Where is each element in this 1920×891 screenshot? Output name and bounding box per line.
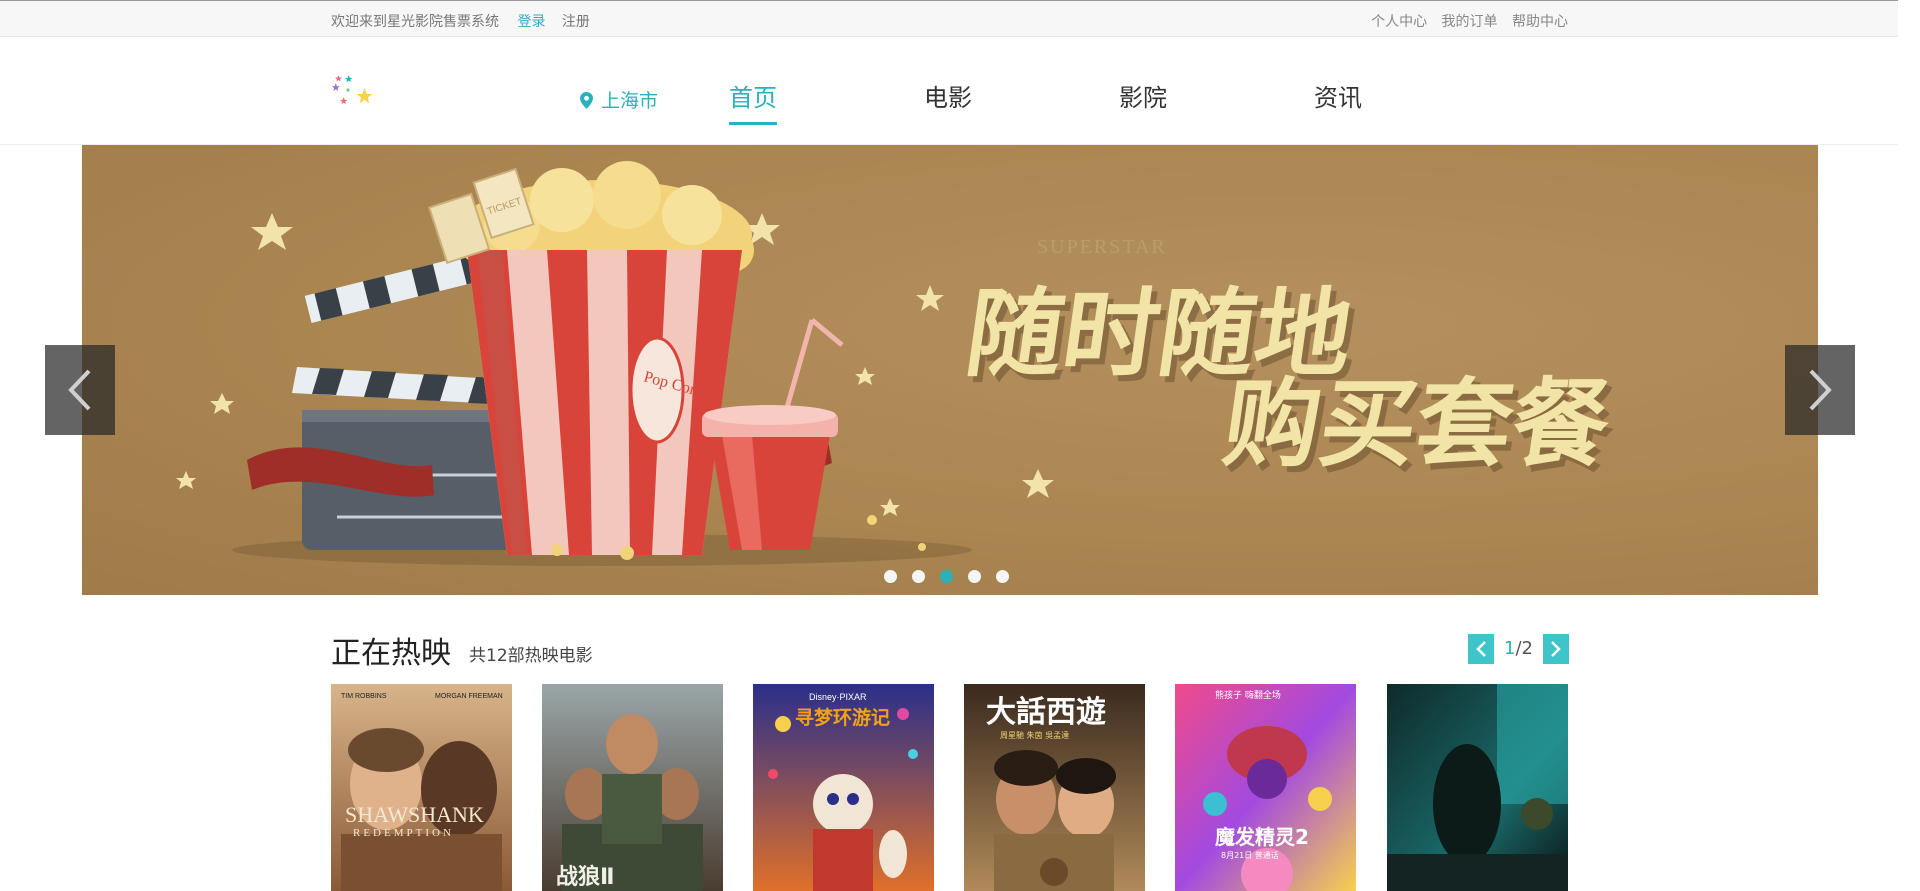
movie-poster-coco[interactable]: Disney·PIXAR 寻梦环游记 <box>753 684 934 891</box>
banner-dot-1[interactable] <box>884 570 897 583</box>
top-utility-bar: 欢迎来到星光影院售票系统 登录 注册 个人中心 我的订单 帮助中心 <box>0 0 1898 37</box>
now-showing-title: 正在热映 <box>331 636 451 671</box>
poster-4-title: 大話西遊 <box>986 695 1106 730</box>
banner-dot-5[interactable] <box>996 570 1009 583</box>
pager-prev-button[interactable] <box>1468 634 1494 664</box>
poster-5-title: 魔发精灵2 <box>1215 825 1309 849</box>
login-link[interactable]: 登录 <box>517 14 545 30</box>
welcome-text: 欢迎来到星光影院售票系统 <box>331 14 499 30</box>
poster-3-brand: Disney·PIXAR <box>809 692 867 702</box>
welcome-area: 欢迎来到星光影院售票系统 登录 注册 <box>331 11 590 31</box>
poster-4-cast: 周星馳 朱茵 吳孟達 <box>1000 730 1069 740</box>
movie-poster-wolf-warrior[interactable]: 战狼Ⅱ <box>542 684 723 891</box>
pager-next-button[interactable] <box>1543 634 1569 664</box>
chevron-right-icon <box>1809 369 1832 411</box>
chevron-left-icon <box>68 369 91 411</box>
banner-next-button[interactable] <box>1785 345 1855 435</box>
movie-poster-shawshank[interactable]: TIM ROBBINS MORGAN FREEMAN SHAWSHANK RED… <box>331 684 512 891</box>
nav-home[interactable]: 首页 <box>729 78 777 125</box>
poster-1-actor-left: TIM ROBBINS <box>341 693 387 700</box>
my-orders-link[interactable]: 我的订单 <box>1442 14 1498 30</box>
user-links: 个人中心 我的订单 帮助中心 <box>1361 11 1568 31</box>
movie-poster-chinese-odyssey[interactable]: 大話西遊 周星馳 朱茵 吳孟達 <box>964 684 1145 891</box>
star-logo-icon[interactable] <box>332 72 378 118</box>
register-link[interactable]: 注册 <box>562 14 590 30</box>
personal-center-link[interactable]: 个人中心 <box>1371 14 1427 30</box>
poster-2-title: 战狼Ⅱ <box>556 864 615 890</box>
banner-dots <box>884 568 1024 583</box>
poster-1-title: SHAWSHANK <box>345 802 484 827</box>
city-name: 上海市 <box>601 90 659 112</box>
help-center-link[interactable]: 帮助中心 <box>1512 14 1568 30</box>
chevron-right-icon <box>1551 641 1561 657</box>
poster-3-title: 寻梦环游记 <box>795 706 890 729</box>
poster-5-date: 8月21日 普通话 <box>1221 850 1279 860</box>
poster-1-actor-right: MORGAN FREEMAN <box>435 693 503 700</box>
nav-cinemas[interactable]: 影院 <box>1119 78 1167 113</box>
banner-headline-line2-front: 购买套餐 <box>1217 367 1617 479</box>
pager-text: 1/2 <box>1504 638 1533 659</box>
banner-artwork: SUPERSTAR Pop Corn TICKET 随时随地 随时随地 购买套餐… <box>82 145 1818 595</box>
banner-dot-4[interactable] <box>968 570 981 583</box>
nav-movies[interactable]: 电影 <box>924 78 972 113</box>
banner-prev-button[interactable] <box>45 345 115 435</box>
poster-1-subtitle: REDEMPTION <box>353 827 454 839</box>
movie-poster-6[interactable] <box>1387 684 1568 891</box>
main-header: 上海市 首页 电影 影院 资讯 <box>0 38 1898 145</box>
nav-news[interactable]: 资讯 <box>1314 78 1362 113</box>
banner-dot-2[interactable] <box>912 570 925 583</box>
movie-poster-trolls[interactable]: 熊孩子 嗨翻全场 魔发精灵2 8月21日 普通话 <box>1175 684 1356 891</box>
location-pin-icon <box>580 92 593 109</box>
promo-banner[interactable]: SUPERSTAR Pop Corn TICKET 随时随地 随时随地 购买套餐… <box>82 145 1818 595</box>
chevron-left-icon <box>1476 641 1486 657</box>
poster-5-tagline: 熊孩子 嗨翻全场 <box>1215 689 1281 701</box>
pager-current: 1 <box>1504 638 1516 659</box>
banner-watermark: SUPERSTAR <box>1037 236 1167 258</box>
now-showing-count: 共12部热映电影 <box>469 646 593 666</box>
banner-dot-3[interactable] <box>940 570 953 583</box>
pager-total: /2 <box>1515 638 1533 659</box>
city-selector[interactable]: 上海市 <box>580 86 658 113</box>
